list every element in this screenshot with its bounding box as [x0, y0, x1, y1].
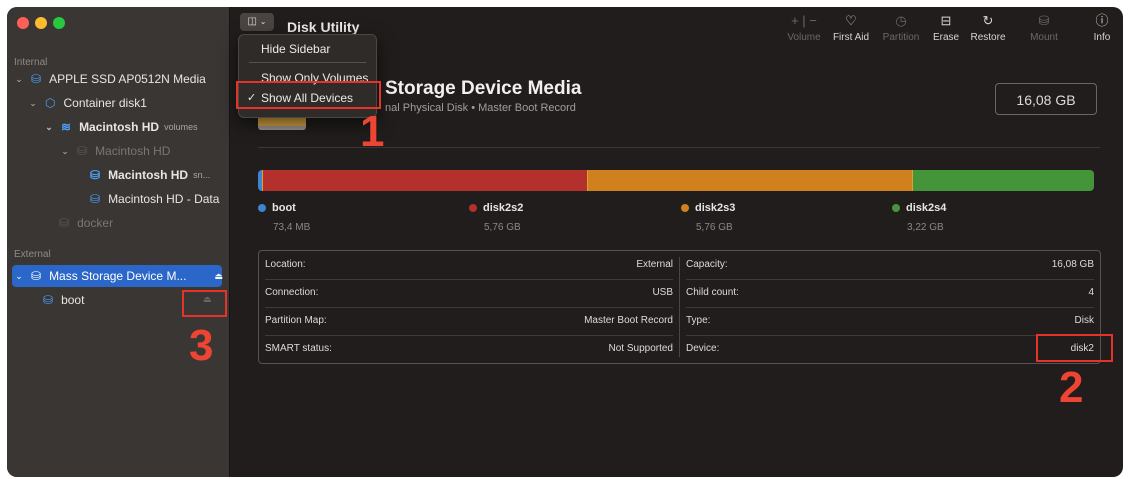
info-row-location: Location: External: [265, 259, 673, 270]
annotation-number-2: 2: [1059, 363, 1084, 412]
external-drive-icon: ⛁: [31, 269, 42, 283]
chevron-down-icon[interactable]: ⌄: [59, 146, 71, 157]
erase-button[interactable]: ⊟ Erase: [930, 13, 962, 43]
sidebar-item-label: Macintosh HD - Data: [108, 192, 220, 206]
chevron-down-icon[interactable]: ⌄: [43, 122, 55, 133]
device-title: Storage Device Media: [385, 78, 582, 99]
partition-segment-disk2s2: [262, 170, 589, 191]
info-row-connection: Connection: USB: [265, 287, 673, 298]
color-dot: [258, 204, 266, 213]
legend-disk2s2-size: 5,76 GB: [484, 222, 521, 233]
chevron-down-icon: ⌄: [259, 17, 267, 26]
color-dot: [469, 204, 477, 213]
volume-icon: ⛁: [77, 144, 88, 158]
sidebar-item-label: Container disk1: [63, 96, 147, 110]
sidebar-item-sublabel: volumes: [164, 122, 198, 132]
sidebar-item-label: Macintosh HD: [95, 144, 171, 158]
info-row-capacity: Capacity: 16,08 GB: [686, 259, 1094, 270]
disk-utility-window: Internal ⌄ ⛁ APPLE SSD AP0512N Media ⌄ ⬡…: [7, 7, 1123, 477]
sidebar-item-docker[interactable]: ⛁ docker: [7, 212, 281, 234]
sidebar-item-macintosh-hd-volumes[interactable]: ⌄ ≋ Macintosh HD volumes: [7, 116, 265, 138]
sidebar: Internal ⌄ ⛁ APPLE SSD AP0512N Media ⌄ ⬡…: [7, 7, 230, 477]
sidebar-item-mass-storage[interactable]: ⌄ ⛁ Mass Storage Device M... ⏏: [7, 265, 223, 287]
section-external: External: [14, 249, 51, 260]
container-icon: ⬡: [45, 96, 56, 110]
volume-icon: ⛁: [90, 168, 101, 182]
sidebar-view-button[interactable]: ◫ ⌄: [240, 13, 274, 31]
sidebar-item-sublabel: sn...: [193, 170, 211, 180]
info-icon: ⓘ: [1095, 13, 1109, 28]
color-dot: [681, 204, 689, 213]
sidebar-item-container-disk1[interactable]: ⌄ ⬡ Container disk1: [7, 92, 249, 114]
partition-button[interactable]: ◷ Partition: [880, 13, 922, 43]
annotation-box-2: [1036, 334, 1113, 362]
close-window-button[interactable]: [17, 17, 29, 29]
mount-icon: ⛁: [1038, 13, 1050, 28]
stethoscope-icon: ♡: [845, 13, 857, 28]
divider: [265, 307, 673, 308]
eject-icon[interactable]: ⏏: [214, 271, 223, 282]
section-internal: Internal: [14, 57, 48, 68]
sidebar-item-macintosh-hd[interactable]: ⌄ ⛁ Macintosh HD: [7, 140, 281, 162]
column-divider: [679, 257, 680, 357]
sidebar-item-label: docker: [77, 216, 114, 230]
sidebar-item-label: Macintosh HD: [79, 120, 160, 134]
legend-boot-size: 73,4 MB: [273, 222, 311, 233]
erase-icon: ⊟: [940, 13, 952, 28]
divider: [686, 279, 1094, 280]
info-row-partition-map: Partition Map: Master Boot Record: [265, 315, 673, 326]
sidebar-item-label: Mass Storage Device M...: [49, 269, 187, 283]
annotation-box-1: [236, 81, 381, 109]
chevron-down-icon[interactable]: ⌄: [27, 98, 39, 109]
partition-segment-disk2s3: [587, 170, 914, 191]
legend-disk2s4: disk2s4: [892, 202, 946, 214]
device-subtitle: nal Physical Disk • Master Boot Record: [385, 102, 576, 114]
legend-disk2s3: disk2s3: [681, 202, 735, 214]
sidebar-icon: ◫: [247, 16, 257, 27]
restore-icon: ↻: [982, 13, 994, 28]
legend-disk2s3-size: 5,76 GB: [696, 222, 733, 233]
mount-button[interactable]: ⛁ Mount: [1025, 13, 1063, 43]
restore-button[interactable]: ↻ Restore: [967, 13, 1009, 43]
info-table: Location: External Connection: USB Partiti…: [258, 250, 1101, 364]
color-dot: [892, 204, 900, 213]
sidebar-item-label: boot: [61, 293, 85, 307]
partition-segment-disk2s4: [912, 170, 1094, 191]
first-aid-button[interactable]: ♡ First Aid: [829, 13, 873, 43]
chevron-down-icon[interactable]: ⌄: [13, 271, 25, 282]
volume-button[interactable]: + | − Volume: [785, 13, 823, 43]
sidebar-item-apple-ssd[interactable]: ⌄ ⛁ APPLE SSD AP0512N Media: [7, 68, 235, 90]
annotation-number-3: 3: [189, 321, 214, 370]
volume-icon: ⛁: [59, 216, 70, 230]
volume-icon: ⛁: [43, 293, 54, 307]
volume-stack-icon: ≋: [61, 120, 72, 134]
info-button[interactable]: ⓘ Info: [1090, 13, 1114, 43]
sidebar-item-label: APPLE SSD AP0512N Media: [49, 72, 206, 86]
divider: [265, 279, 673, 280]
device-size-badge: 16,08 GB: [995, 83, 1097, 115]
drive-icon: ⛁: [31, 72, 42, 86]
divider: [686, 335, 1094, 336]
info-row-type: Type: Disk: [686, 315, 1094, 326]
zoom-window-button[interactable]: [53, 17, 65, 29]
legend-disk2s2: disk2s2: [469, 202, 523, 214]
annotation-number-1: 1: [360, 107, 385, 156]
info-row-child-count: Child count: 4: [686, 287, 1094, 298]
sidebar-item-label: Macintosh HD: [108, 168, 189, 182]
divider: [265, 335, 673, 336]
plus-minus-icon: + | −: [791, 13, 817, 28]
menu-item-hide-sidebar[interactable]: Hide Sidebar: [239, 39, 376, 59]
window-title: Disk Utility: [287, 19, 360, 35]
minimize-window-button[interactable]: [35, 17, 47, 29]
divider: [686, 307, 1094, 308]
legend-boot: boot: [258, 202, 296, 214]
chevron-down-icon[interactable]: ⌄: [13, 74, 25, 85]
info-row-smart-status: SMART status: Not Supported: [265, 343, 673, 354]
annotation-box-3: [182, 290, 227, 317]
volume-icon: ⛁: [90, 192, 101, 206]
pie-icon: ◷: [895, 13, 907, 28]
partition-map-bar: [258, 170, 1094, 191]
menu-separator: [249, 62, 366, 63]
legend-disk2s4-size: 3,22 GB: [907, 222, 944, 233]
